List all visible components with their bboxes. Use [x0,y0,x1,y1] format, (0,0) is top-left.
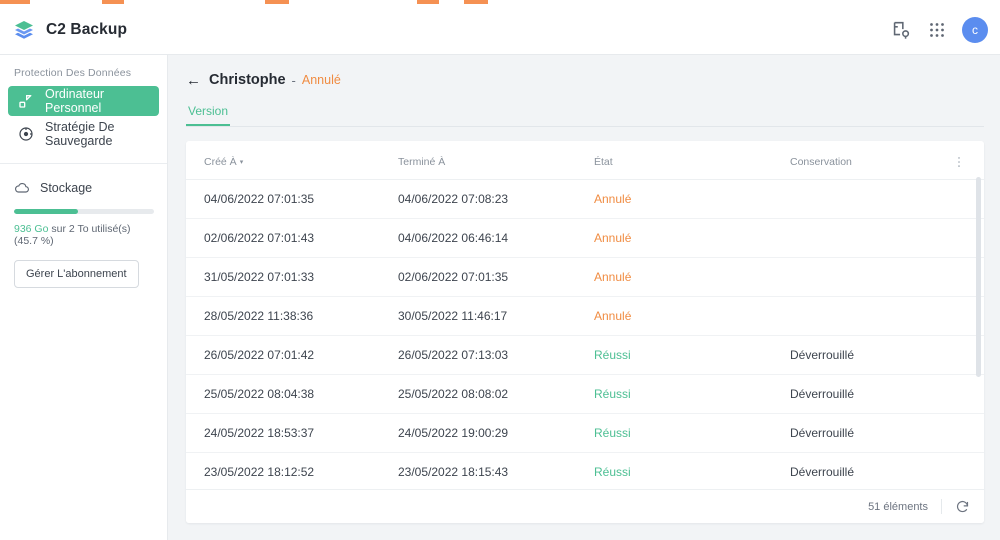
cell-finished: 04/06/2022 07:08:23 [398,179,594,219]
table-header-row: Créé À ▾ Terminé À État Conservation [186,141,984,180]
sidebar-item-label: Stratégie De Sauvegarde [45,120,115,148]
cell-retention: Déverrouillé [790,452,984,489]
versions-card: Créé À ▾ Terminé À État Conservation 04/… [186,141,984,523]
cell-state: Réussi [594,413,790,453]
column-options-icon[interactable] [952,155,984,169]
table-body: 04/06/2022 07:01:35 04/06/2022 07:08:23 An… [186,179,984,489]
backup-strategy-icon [18,126,34,142]
table-row[interactable]: 23/05/2022 18:12:52 23/05/2022 18:15:43 Ré… [186,452,984,489]
cell-retention [790,257,984,297]
cell-state: Réussi [594,335,790,375]
table-row[interactable]: 02/06/2022 07:01:43 04/06/2022 06:46:14 An… [186,218,984,258]
table-scrollbar-thumb[interactable] [976,177,981,377]
cell-created: 25/05/2022 08:04:38 [186,374,398,414]
cell-state: Annulé [594,218,790,258]
cell-finished: 25/05/2022 08:08:02 [398,374,594,414]
main-content: ← Christophe - Annulé Version Créé À ▾ Te… [168,55,1000,540]
column-header-created[interactable]: Créé À ▾ [186,141,398,180]
title-separator: - [291,72,296,88]
item-count-label: 51 éléments [868,500,928,513]
cell-created: 23/05/2022 18:12:52 [186,452,398,489]
cell-finished: 26/05/2022 07:13:03 [398,335,594,375]
cell-retention: Déverrouillé [790,413,984,453]
sort-caret-icon: ▾ [239,159,244,167]
cell-created: 31/05/2022 07:01:33 [186,257,398,297]
column-header-finished[interactable]: Terminé À [398,141,594,180]
cell-created: 28/05/2022 11:38:36 [186,296,398,336]
storage-used-value: 936 Go [14,223,49,235]
back-button[interactable]: ← [186,73,201,88]
storage-progress-fill [14,209,78,214]
top-strip-mark [0,0,30,4]
personal-computer-icon [18,93,34,109]
sidebar-item-strategie-de-sauvegarde[interactable]: Stratégie De Sauvegarde [8,119,159,149]
column-header-retention[interactable]: Conservation [790,141,952,180]
tab-version[interactable]: Version [186,104,231,126]
cell-state: Annulé [594,296,790,336]
cell-created: 02/06/2022 07:01:43 [186,218,398,258]
versions-table: Créé À ▾ Terminé À État Conservation 04/… [186,141,984,489]
storage-title: Stockage [40,181,93,195]
sidebar-item-label: Ordinateur Personnel [45,87,105,115]
cloud-icon [14,180,30,196]
sidebar-section-label: Protection Des Données [14,67,132,79]
cell-retention [790,296,984,336]
layers-icon [12,18,36,42]
cell-created: 24/05/2022 18:53:37 [186,413,398,453]
brand[interactable]: C2 Backup [0,18,127,42]
table-head: Créé À ▾ Terminé À État Conservation [186,141,984,180]
sidebar: Protection Des Données Ordinateur Person… [0,55,168,540]
refresh-icon[interactable] [942,499,970,514]
cell-state: Annulé [594,257,790,297]
avatar[interactable]: c [962,16,988,43]
cell-retention: Déverrouillé [790,335,984,375]
device-settings-icon[interactable] [890,19,912,41]
page-header: ← Christophe - Annulé [186,69,984,91]
column-header-options[interactable] [952,141,984,180]
top-strip-mark [464,0,488,4]
cell-state: Réussi [594,452,790,489]
cell-created: 04/06/2022 07:01:35 [186,179,398,219]
brand-title: C2 Backup [46,20,128,38]
cell-retention [790,179,984,219]
header-actions: c [890,16,1000,43]
apps-grid-icon[interactable] [926,19,948,41]
sidebar-item-ordinateur-personnel[interactable]: Ordinateur Personnel [8,86,159,116]
column-header-created-label: Créé À [204,156,237,168]
top-strip-mark [102,0,124,4]
storage-progress-bar [14,209,154,214]
status-badge: Annulé [301,73,341,87]
cell-finished: 23/05/2022 18:15:43 [398,452,594,489]
table-row[interactable]: 26/05/2022 07:01:42 26/05/2022 07:13:03 Ré… [186,335,984,375]
cell-finished: 04/06/2022 06:46:14 [398,218,594,258]
storage-header: Stockage [14,180,153,196]
storage-usage-text: 936 Go sur 2 To utilisé(s) (45.7 %) [14,223,153,247]
cell-created: 26/05/2022 07:01:42 [186,335,398,375]
table-row[interactable]: 04/06/2022 07:01:35 04/06/2022 07:08:23 An… [186,179,984,219]
table-footer: 51 éléments [186,489,984,523]
cell-finished: 30/05/2022 11:46:17 [398,296,594,336]
cell-retention [790,218,984,258]
page-title: Christophe [209,72,286,88]
table-row[interactable]: 31/05/2022 07:01:33 02/06/2022 07:01:35 An… [186,257,984,297]
table-row[interactable]: 24/05/2022 18:53:37 24/05/2022 19:00:29 Ré… [186,413,984,453]
table-row[interactable]: 28/05/2022 11:38:36 30/05/2022 11:46:17 An… [186,296,984,336]
tab-bar: Version [186,103,984,127]
cell-state: Annulé [594,179,790,219]
top-strip-mark [417,0,439,4]
table-scrollbar-track[interactable] [976,177,981,485]
table-row[interactable]: 25/05/2022 08:04:38 25/05/2022 08:08:02 Ré… [186,374,984,414]
cell-state: Réussi [594,374,790,414]
column-header-state[interactable]: État [594,141,790,180]
app-header: C2 Backup c [0,5,1000,55]
cell-finished: 24/05/2022 19:00:29 [398,413,594,453]
cell-finished: 02/06/2022 07:01:35 [398,257,594,297]
table-scroll-area: Créé À ▾ Terminé À État Conservation 04/… [186,141,984,489]
manage-subscription-button[interactable]: Gérer L'abonnement [14,260,139,288]
storage-block: Stockage 936 Go sur 2 To utilisé(s) (45.… [0,164,167,288]
top-strip-mark [265,0,289,4]
cell-retention: Déverrouillé [790,374,984,414]
